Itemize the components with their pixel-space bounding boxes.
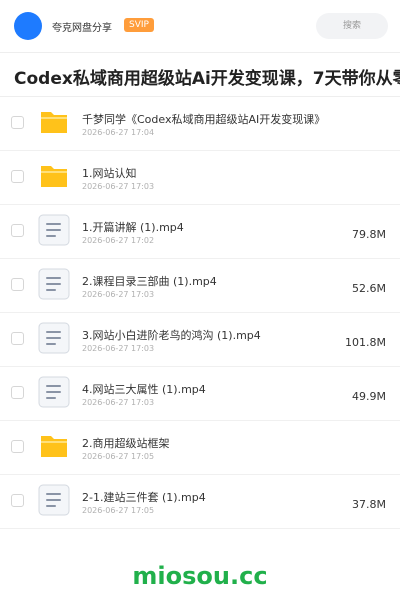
folder-icon — [38, 160, 70, 192]
vip-badge: SVIP — [124, 18, 154, 32]
file-size: 37.8M — [352, 498, 386, 511]
search-input[interactable]: 搜索 — [316, 13, 388, 39]
file-name: 2-1.建站三件套 (1).mp4 — [82, 491, 206, 504]
list-item[interactable]: 千梦同学《Codex私域商用超级站AI开发变现课》 2026-06-27 17:0… — [0, 96, 400, 151]
checkbox[interactable] — [11, 332, 24, 345]
file-name: 千梦同学《Codex私域商用超级站AI开发变现课》 — [82, 113, 326, 126]
page-title: Codex私域商用超级站Ai开发变现课，7天带你从零基础到商 — [14, 69, 400, 89]
file-size: 79.8M — [352, 228, 386, 241]
header: 夸克网盘分享 SVIP 搜索 — [0, 0, 400, 53]
file-name: 1.网站认知 — [82, 167, 137, 180]
checkbox[interactable] — [11, 170, 24, 183]
file-date: 2026-06-27 17:04 — [82, 128, 155, 137]
file-date: 2026-06-27 17:05 — [82, 506, 155, 515]
file-name: 2.课程目录三部曲 (1).mp4 — [82, 275, 217, 288]
file-size: 101.8M — [345, 336, 386, 349]
checkbox[interactable] — [11, 224, 24, 237]
file-date: 2026-06-27 17:02 — [82, 236, 155, 245]
file-icon — [38, 268, 70, 300]
folder-icon — [38, 106, 70, 138]
file-date: 2026-06-27 17:03 — [82, 182, 155, 191]
file-date: 2026-06-27 17:03 — [82, 290, 155, 299]
file-size: 49.9M — [352, 390, 386, 403]
file-name: 4.网站三大属性 (1).mp4 — [82, 383, 206, 396]
list-item[interactable]: 1.网站认知 2026-06-27 17:03 — [0, 150, 400, 205]
file-name: 3.网站小白进阶老鸟的鸿沟 (1).mp4 — [82, 329, 261, 342]
checkbox[interactable] — [11, 440, 24, 453]
file-date: 2026-06-27 17:03 — [82, 344, 155, 353]
list-item[interactable]: 2.商用超级站框架 2026-06-27 17:05 — [0, 420, 400, 475]
list-item[interactable]: 2.课程目录三部曲 (1).mp4 2026-06-27 17:03 52.6M — [0, 258, 400, 313]
checkbox[interactable] — [11, 494, 24, 507]
checkbox[interactable] — [11, 116, 24, 129]
checkbox[interactable] — [11, 386, 24, 399]
checkbox[interactable] — [11, 278, 24, 291]
file-date: 2026-06-27 17:03 — [82, 398, 155, 407]
list-item[interactable]: 2-1.建站三件套 (1).mp4 2026-06-27 17:05 37.8M — [0, 474, 400, 529]
avatar[interactable] — [14, 12, 42, 40]
file-icon — [38, 214, 70, 246]
list-item[interactable]: 1.开篇讲解 (1).mp4 2026-06-27 17:02 79.8M — [0, 204, 400, 259]
file-icon — [38, 484, 70, 516]
file-size: 52.6M — [352, 282, 386, 295]
file-name: 2.商用超级站框架 — [82, 437, 170, 450]
file-date: 2026-06-27 17:05 — [82, 452, 155, 461]
file-name: 1.开篇讲解 (1).mp4 — [82, 221, 184, 234]
user-name: 夸克网盘分享 — [52, 23, 112, 34]
file-icon — [38, 322, 70, 354]
watermark: miosou.cc — [132, 562, 268, 590]
list-item[interactable]: 4.网站三大属性 (1).mp4 2026-06-27 17:03 49.9M — [0, 366, 400, 421]
file-icon — [38, 376, 70, 408]
folder-icon — [38, 430, 70, 462]
list-item[interactable]: 3.网站小白进阶老鸟的鸿沟 (1).mp4 2026-06-27 17:03 101… — [0, 312, 400, 367]
